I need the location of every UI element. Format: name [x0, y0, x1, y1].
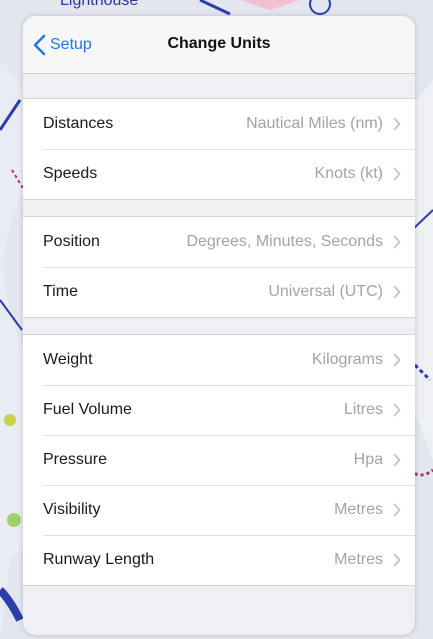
- row-value: Universal (UTC): [268, 283, 383, 300]
- units-group-measurements: Weight Kilograms Fuel Volume Litres Pres…: [23, 334, 415, 586]
- row-speeds[interactable]: Speeds Knots (kt): [23, 149, 415, 199]
- row-label: Speeds: [43, 165, 98, 182]
- row-visibility[interactable]: Visibility Metres: [23, 485, 415, 535]
- chevron-right-icon: [393, 167, 401, 181]
- row-value: Hpa: [353, 451, 383, 468]
- row-runway-length[interactable]: Runway Length Metres: [23, 535, 415, 585]
- row-weight[interactable]: Weight Kilograms: [23, 335, 415, 385]
- row-time[interactable]: Time Universal (UTC): [23, 267, 415, 317]
- row-label: Weight: [43, 351, 93, 368]
- chevron-right-icon: [393, 403, 401, 417]
- change-units-panel: Setup Change Units Distances Nautical Mi…: [23, 16, 415, 635]
- chevron-right-icon: [393, 285, 401, 299]
- chevron-right-icon: [393, 117, 401, 131]
- chevron-right-icon: [393, 503, 401, 517]
- row-value: Nautical Miles (nm): [246, 115, 383, 132]
- row-value: Kilograms: [311, 351, 383, 368]
- row-value: Knots (kt): [314, 165, 383, 182]
- row-label: Fuel Volume: [43, 401, 132, 418]
- row-position[interactable]: Position Degrees, Minutes, Seconds: [23, 217, 415, 267]
- navigation-bar: Setup Change Units: [23, 16, 415, 74]
- row-value: Degrees, Minutes, Seconds: [186, 233, 383, 250]
- row-value: Metres: [334, 501, 383, 518]
- chevron-right-icon: [393, 353, 401, 367]
- chevron-right-icon: [393, 235, 401, 249]
- units-group-distance-speed: Distances Nautical Miles (nm) Speeds Kno…: [23, 98, 415, 200]
- row-label: Pressure: [43, 451, 108, 468]
- map-label-lighthouse: Lighthouse: [60, 0, 139, 9]
- row-label: Distances: [43, 115, 114, 132]
- units-group-position-time: Position Degrees, Minutes, Seconds Time …: [23, 216, 415, 318]
- row-label: Time: [43, 283, 78, 300]
- row-value: Litres: [343, 401, 383, 418]
- row-value: Metres: [334, 551, 383, 568]
- row-distances[interactable]: Distances Nautical Miles (nm): [23, 99, 415, 149]
- row-label: Position: [43, 233, 100, 250]
- chevron-right-icon: [393, 453, 401, 467]
- chevron-right-icon: [393, 553, 401, 567]
- row-fuel-volume[interactable]: Fuel Volume Litres: [23, 385, 415, 435]
- page-title: Change Units: [167, 35, 271, 52]
- row-label: Visibility: [43, 501, 101, 518]
- row-label: Runway Length: [43, 551, 155, 568]
- row-pressure[interactable]: Pressure Hpa: [23, 435, 415, 485]
